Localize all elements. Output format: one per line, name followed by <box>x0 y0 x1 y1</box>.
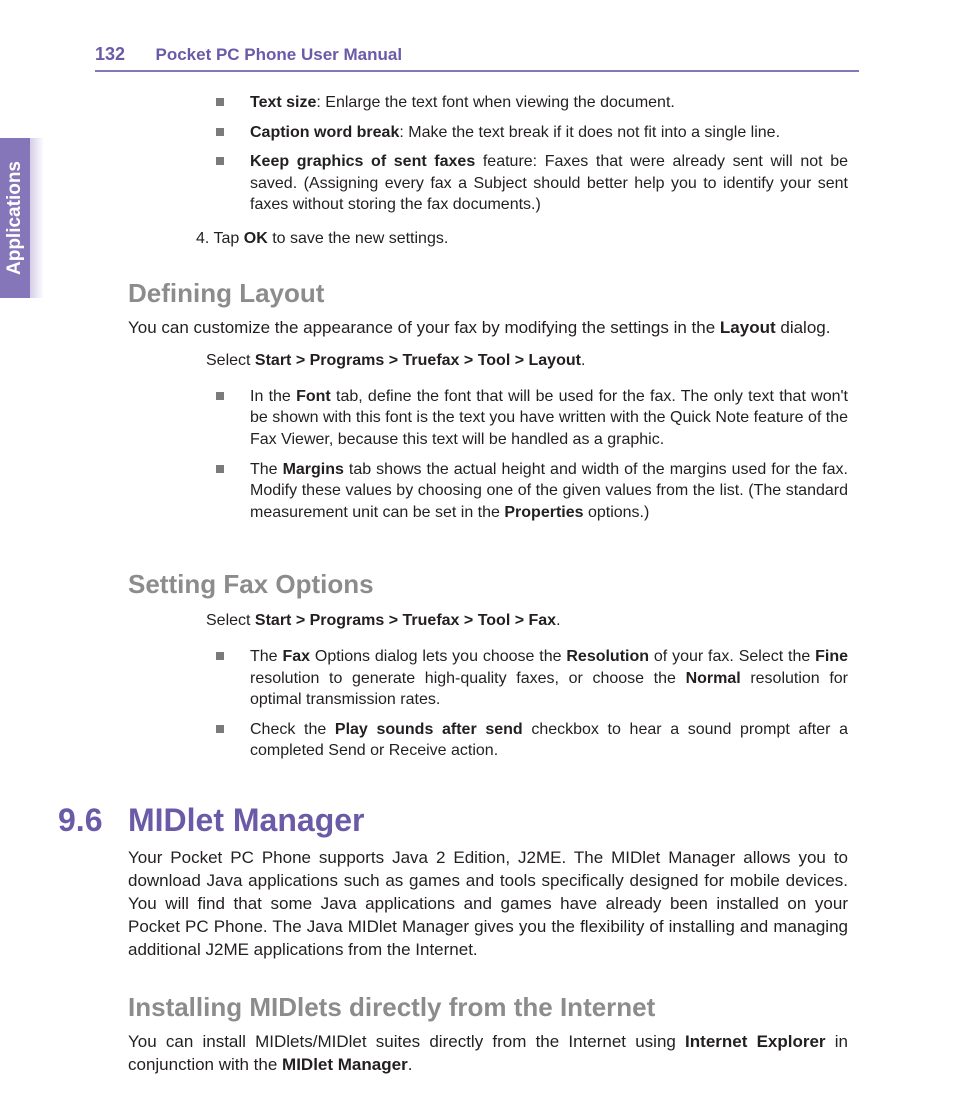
text: resolution to generate high-quality faxe… <box>250 670 686 687</box>
bold-fine: Fine <box>815 648 848 665</box>
text: . <box>581 352 585 369</box>
text: Select <box>206 352 255 369</box>
text: The <box>250 461 283 478</box>
bullet-bold: Keep graphics of sent faxes <box>250 153 475 170</box>
bold-normal: Normal <box>686 670 741 687</box>
list-item: The Margins tab shows the actual height … <box>216 459 848 524</box>
bold-midlet-mgr: MIDlet Manager <box>282 1055 408 1074</box>
text: tab, define the font that will be used f… <box>250 388 848 448</box>
side-tab-fade <box>30 138 44 298</box>
bold-layout: Layout <box>720 318 776 337</box>
side-tab-label: Applications <box>4 161 26 275</box>
bullet-text: : Enlarge the text font when viewing the… <box>316 94 674 111</box>
text: Check the <box>250 721 335 738</box>
chapter-number: 9.6 <box>58 802 102 839</box>
list-item: Check the Play sounds after send checkbo… <box>216 719 848 762</box>
defining-layout-bullets: In the Font tab, define the font that wi… <box>216 386 848 524</box>
text: In the <box>250 388 296 405</box>
text: of your fax. Select the <box>649 648 815 665</box>
list-item: Text size: Enlarge the text font when vi… <box>216 92 848 114</box>
content-area: Text size: Enlarge the text font when vi… <box>128 92 848 1087</box>
text: . <box>408 1055 413 1074</box>
step-post: to save the new settings. <box>268 230 449 247</box>
defining-layout-select: Select Start > Programs > Truefax > Tool… <box>206 350 848 372</box>
text: options.) <box>584 504 650 521</box>
bold-ie: Internet Explorer <box>685 1032 826 1051</box>
bold-properties: Properties <box>504 504 583 521</box>
list-item: Keep graphics of sent faxes feature: Fax… <box>216 151 848 216</box>
list-item: In the Font tab, define the font that wi… <box>216 386 848 451</box>
step-number: 4. <box>196 230 214 247</box>
bold-play-sounds: Play sounds after send <box>335 721 523 738</box>
page-header: 132 Pocket PC Phone User Manual <box>95 44 859 68</box>
heading-setting-fax: Setting Fax Options <box>128 569 848 600</box>
page-number: 132 <box>95 44 125 64</box>
list-item: Caption word break: Make the text break … <box>216 122 848 144</box>
nav-path: Start > Programs > Truefax > Tool > Layo… <box>255 352 581 369</box>
bold-resolution: Resolution <box>566 648 649 665</box>
nav-path: Start > Programs > Truefax > Tool > Fax <box>255 612 556 629</box>
installing-midlets-intro: You can install MIDlets/MIDlet suites di… <box>128 1031 848 1077</box>
setting-fax-select: Select Start > Programs > Truefax > Tool… <box>206 610 848 632</box>
bullet-bold: Text size <box>250 94 316 111</box>
text: Select <box>206 612 255 629</box>
midlet-intro: Your Pocket PC Phone supports Java 2 Edi… <box>128 847 848 962</box>
text: . <box>556 612 560 629</box>
text: You can customize the appearance of your… <box>128 318 720 337</box>
text: dialog. <box>776 318 831 337</box>
bullet-list-top: Text size: Enlarge the text font when vi… <box>216 92 848 216</box>
bold-font: Font <box>296 388 331 405</box>
header-rule <box>95 70 859 72</box>
manual-page: 132 Pocket PC Phone User Manual Applicat… <box>0 0 954 1113</box>
step-pre: Tap <box>214 230 244 247</box>
side-tab: Applications <box>0 138 30 298</box>
bold-fax: Fax <box>282 648 310 665</box>
step-4: 4. Tap OK to save the new settings. <box>196 228 848 250</box>
bullet-text: : Make the text break if it does not fit… <box>399 124 780 141</box>
text: The <box>250 648 282 665</box>
bold-margins: Margins <box>283 461 344 478</box>
step-bold: OK <box>244 230 268 247</box>
text: You can install MIDlets/MIDlet suites di… <box>128 1032 685 1051</box>
list-item: The Fax Options dialog lets you choose t… <box>216 646 848 711</box>
heading-midlet-manager: 9.6 MIDlet Manager <box>128 802 848 839</box>
bullet-bold: Caption word break <box>250 124 399 141</box>
setting-fax-bullets: The Fax Options dialog lets you choose t… <box>216 646 848 762</box>
chapter-title: MIDlet Manager <box>128 802 364 838</box>
header-title: Pocket PC Phone User Manual <box>156 45 403 64</box>
heading-installing-midlets: Installing MIDlets directly from the Int… <box>128 992 848 1023</box>
heading-defining-layout: Defining Layout <box>128 278 848 309</box>
text: Options dialog lets you choose the <box>310 648 566 665</box>
defining-layout-intro: You can customize the appearance of your… <box>128 317 848 340</box>
